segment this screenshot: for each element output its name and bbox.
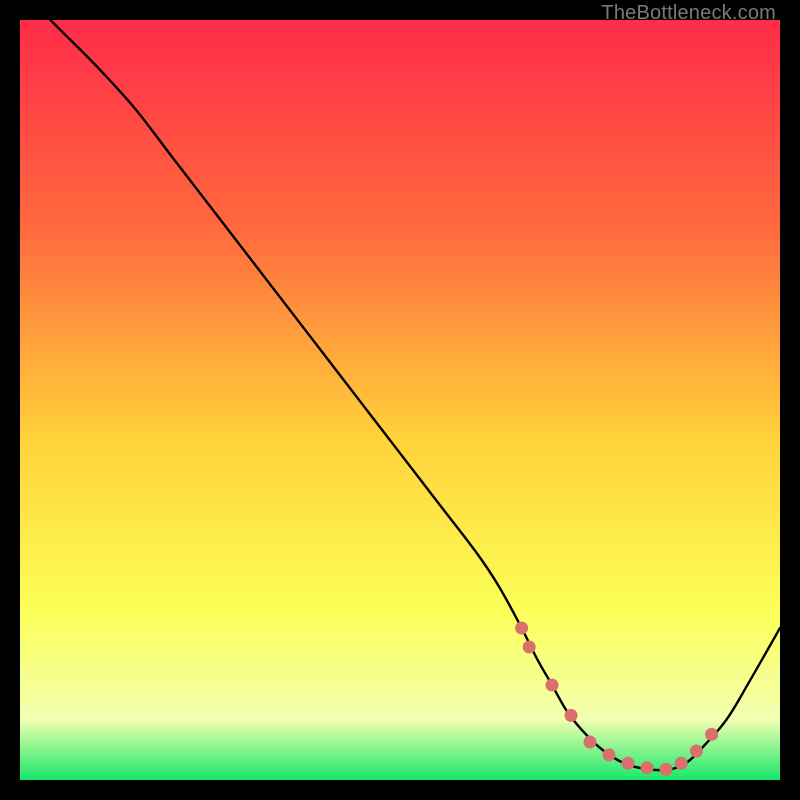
gradient-background: [20, 20, 780, 780]
valley-marker: [705, 728, 718, 741]
valley-marker: [546, 679, 559, 692]
chart-frame: [20, 20, 780, 780]
valley-marker: [523, 641, 536, 654]
valley-marker: [515, 622, 528, 635]
valley-marker: [584, 736, 597, 749]
valley-marker: [690, 745, 703, 758]
valley-marker: [675, 757, 688, 770]
bottleneck-chart: [20, 20, 780, 780]
valley-marker: [603, 748, 616, 761]
valley-marker: [565, 709, 578, 722]
valley-marker: [641, 761, 654, 774]
valley-marker: [660, 763, 673, 776]
valley-marker: [622, 757, 635, 770]
